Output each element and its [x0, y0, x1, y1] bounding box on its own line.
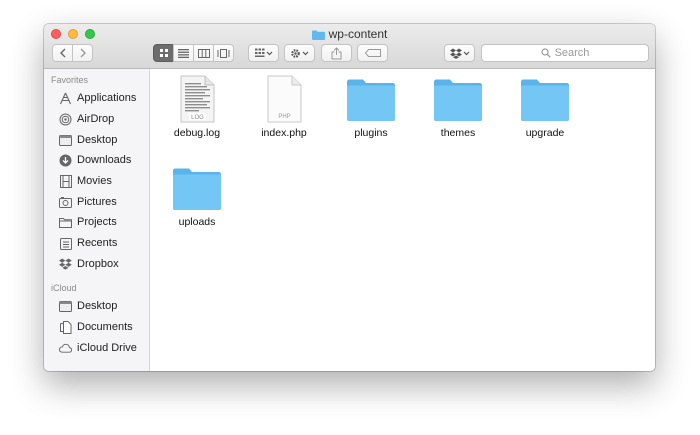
- folder-item-plugins[interactable]: plugins: [331, 75, 411, 139]
- downloads-icon: [59, 154, 72, 167]
- arrange-icon: [254, 48, 272, 57]
- sidebar-item-recents[interactable]: Recents: [59, 234, 117, 252]
- pictures-icon: [59, 196, 72, 209]
- airdrop-icon: [59, 113, 72, 126]
- cloud-icon: [59, 342, 72, 355]
- sidebar-item-desktop[interactable]: Desktop: [59, 131, 117, 149]
- file-type-badge: PHP: [278, 114, 290, 120]
- sidebar-item-label: AirDrop: [77, 113, 115, 125]
- chevron-left-icon: [59, 48, 65, 58]
- sidebar-item-label: Movies: [77, 175, 112, 187]
- search-placeholder: Search: [554, 47, 590, 59]
- sidebar-item-icloud-drive[interactable]: iCloud Drive: [59, 339, 137, 357]
- sidebar-item-label: Dropbox: [77, 258, 119, 270]
- sidebar-item-documents[interactable]: Documents: [59, 318, 133, 336]
- dropbox-icon: [449, 48, 469, 59]
- favorites-heading: Favorites: [51, 75, 89, 85]
- folder-icon: [311, 28, 325, 44]
- sidebar-item-label: Recents: [77, 237, 118, 249]
- sidebar-item-pictures[interactable]: Pictures: [59, 193, 117, 211]
- title-bar: wp-content Search: [44, 24, 655, 69]
- sidebar-item-icloud-desktop[interactable]: Desktop: [59, 297, 117, 315]
- window-title: wp-content: [44, 26, 655, 44]
- recents-icon: [59, 237, 72, 250]
- sidebar-item-applications[interactable]: Applications: [59, 89, 136, 107]
- share-button[interactable]: [321, 44, 352, 62]
- action-button[interactable]: [284, 44, 315, 62]
- forward-button[interactable]: [72, 44, 93, 62]
- folder-icon: [59, 216, 72, 229]
- folder-icon: [173, 168, 221, 210]
- chevron-right-icon: [80, 48, 86, 58]
- gear-icon: [290, 48, 308, 58]
- column-view-button[interactable]: [193, 44, 214, 62]
- search-icon: [540, 48, 551, 58]
- folder-icon: [434, 79, 482, 121]
- folder-icon: [521, 79, 569, 121]
- dropbox-button[interactable]: [444, 44, 475, 62]
- list-view-button[interactable]: [173, 44, 194, 62]
- file-name: index.php: [261, 127, 307, 139]
- icloud-heading: iCloud: [51, 283, 77, 293]
- window-title-text: wp-content: [328, 27, 388, 41]
- folder-item-themes[interactable]: themes: [418, 75, 498, 139]
- file-item-index-php[interactable]: PHP index.php: [244, 75, 324, 139]
- file-browser: LOG debug.log PHP index.php plugins them…: [150, 69, 655, 371]
- desktop-icon: [59, 134, 72, 147]
- folder-item-upgrade[interactable]: upgrade: [505, 75, 585, 139]
- sidebar-item-label: Applications: [77, 92, 137, 104]
- sidebar-item-label: Desktop: [77, 300, 118, 312]
- finder-window: wp-content Search Favorites Applications…: [44, 24, 655, 371]
- arrange-button[interactable]: [248, 44, 279, 62]
- nav-buttons: [52, 44, 93, 62]
- dropbox-icon: [59, 258, 72, 271]
- sidebar-item-projects[interactable]: Projects: [59, 213, 117, 231]
- file-name: themes: [440, 127, 476, 139]
- file-name: debug.log: [173, 127, 221, 139]
- sidebar-item-airdrop[interactable]: AirDrop: [59, 110, 114, 128]
- log-file-icon: LOG: [180, 75, 215, 123]
- edit-tags-button[interactable]: [357, 44, 388, 62]
- desktop-icon: [59, 300, 72, 313]
- movies-icon: [59, 174, 72, 188]
- gallery-view-icon: [217, 48, 230, 58]
- sidebar-item-label: iCloud Drive: [77, 342, 137, 354]
- icon-view-button[interactable]: [153, 44, 174, 62]
- sidebar-item-dropbox[interactable]: Dropbox: [59, 255, 119, 273]
- sidebar-item-movies[interactable]: Movies: [59, 172, 112, 190]
- gallery-view-button[interactable]: [213, 44, 234, 62]
- search-field[interactable]: Search: [481, 44, 649, 62]
- file-name: plugins: [354, 127, 388, 139]
- sidebar-item-label: Desktop: [77, 134, 118, 146]
- folder-item-uploads[interactable]: uploads: [157, 164, 237, 228]
- applications-icon: [59, 92, 72, 105]
- sidebar-item-label: Projects: [77, 216, 117, 228]
- column-view-icon: [197, 48, 210, 58]
- file-name: uploads: [178, 216, 216, 228]
- php-file-icon: PHP: [267, 75, 302, 123]
- file-name: upgrade: [525, 127, 565, 139]
- sidebar-item-label: Pictures: [77, 196, 117, 208]
- sidebar-item-downloads[interactable]: Downloads: [59, 151, 131, 169]
- folder-icon: [347, 79, 395, 121]
- tag-icon: [364, 49, 381, 57]
- sidebar-item-label: Downloads: [77, 154, 132, 166]
- list-view-icon: [178, 48, 189, 58]
- file-item-debug-log[interactable]: LOG debug.log: [157, 75, 237, 139]
- share-icon: [331, 46, 342, 59]
- documents-icon: [59, 320, 72, 334]
- sidebar: Favorites Applications AirDrop Desktop D…: [44, 69, 150, 371]
- icon-view-icon: [159, 49, 168, 57]
- back-button[interactable]: [52, 44, 73, 62]
- view-mode-control: [153, 44, 234, 62]
- file-type-badge: LOG: [191, 115, 204, 121]
- sidebar-item-label: Documents: [77, 321, 133, 333]
